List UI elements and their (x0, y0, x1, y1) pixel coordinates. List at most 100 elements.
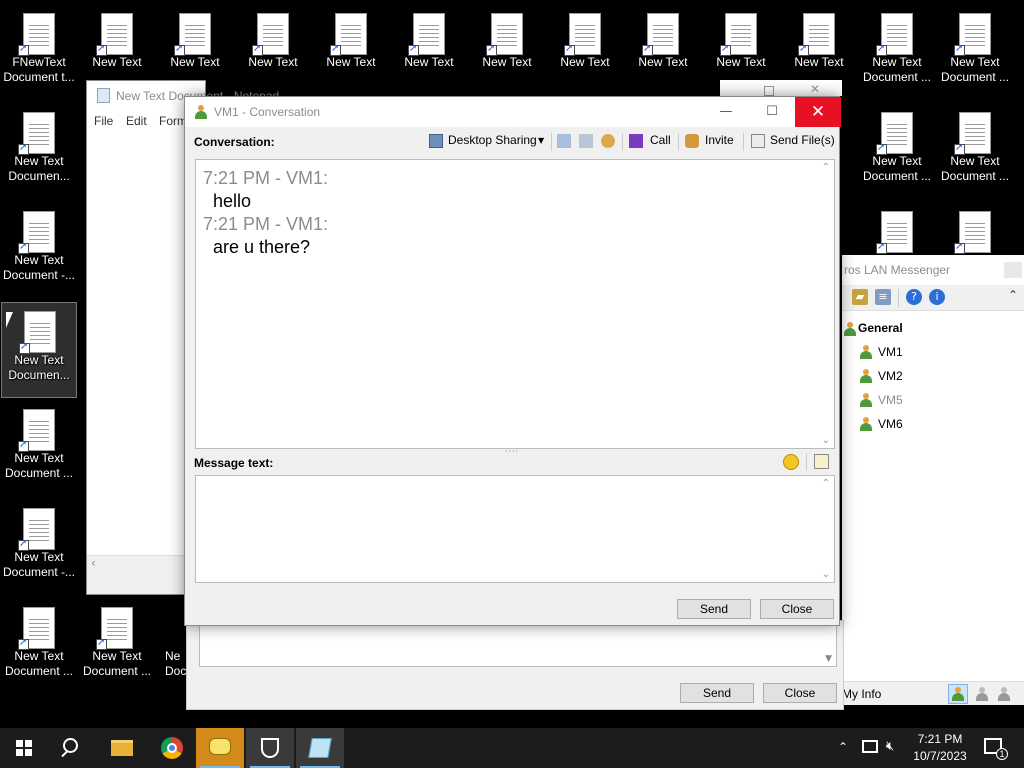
send-button-background[interactable]: Send (680, 683, 754, 703)
desktop-icon-label: New Text Documen... (8, 353, 70, 382)
conversation-window-background[interactable]: ▼ Send Close (186, 620, 844, 710)
status-away-icon[interactable] (998, 687, 1010, 701)
scroll-up-icon[interactable]: ⌃ (822, 478, 830, 489)
desktop-icon[interactable]: New Text Documen... (1, 104, 77, 200)
message-input[interactable]: ⌃ ⌄ (195, 475, 835, 583)
save-history-icon[interactable] (557, 134, 571, 148)
toolbar-separator (743, 133, 744, 151)
network-icon[interactable] (862, 740, 878, 753)
pane-splitter-handle[interactable]: ···· (505, 448, 521, 456)
conversation-title: VM1 - Conversation (214, 105, 321, 119)
desktop-icon-label: New Text (560, 55, 610, 69)
maximize-icon[interactable] (764, 86, 774, 96)
file-explorer-button[interactable] (98, 728, 146, 768)
settings-gear-icon[interactable] (601, 134, 615, 148)
scroll-down-icon[interactable]: ▼ (825, 654, 832, 664)
chevron-down-icon[interactable]: ▼ (538, 136, 544, 145)
search-button[interactable] (48, 728, 96, 768)
chrome-button[interactable] (148, 728, 196, 768)
show-hidden-icons-chevron-icon[interactable]: ⌃ (838, 740, 848, 768)
close-button-background[interactable]: Close (763, 683, 837, 703)
windows-logo-icon (16, 740, 32, 756)
user-item-vm5[interactable]: VM5 (878, 393, 903, 407)
desktop-icon[interactable] (937, 203, 1013, 255)
desktop-icon-label: New Text (794, 55, 844, 69)
message-input-background[interactable]: ▼ (199, 621, 837, 667)
clock-date[interactable]: 10/7/2023 (910, 749, 970, 768)
desktop-icon[interactable]: New Text Document ... (859, 5, 935, 101)
maximize-button[interactable]: ☐ (749, 97, 795, 127)
desktop-icon[interactable] (859, 203, 935, 255)
conversation-window[interactable]: VM1 - Conversation — ☐ ✕ Conversation: D… (184, 96, 841, 626)
send-file-icon (751, 134, 765, 148)
desktop-icon[interactable]: New Text Document ... (859, 104, 935, 200)
conversation-history[interactable]: 7:21 PM - VM1: hello 7:21 PM - VM1: are … (195, 159, 835, 449)
desktop-icon[interactable]: New Text Document ... (937, 104, 1013, 200)
folder-icon[interactable]: ▰ (852, 289, 868, 305)
desktop-icon[interactable]: Ne Docu (157, 599, 193, 695)
user-online-icon (860, 369, 872, 383)
group-icon (844, 322, 856, 336)
desktop-icon[interactable]: New Text Document -... (1, 500, 77, 596)
minimize-button[interactable]: — (703, 97, 749, 127)
message-text-label: Message text: (194, 456, 274, 470)
user-item-vm6[interactable]: VM6 (878, 417, 903, 431)
desktop-icon[interactable]: New Text Document -... (1, 203, 77, 299)
desktop-icon[interactable]: New Text (625, 5, 701, 101)
user-item-vm1[interactable]: VM1 (878, 345, 903, 359)
history-icon[interactable]: ≡ (875, 289, 891, 305)
status-busy-icon[interactable] (976, 687, 988, 701)
call-button[interactable]: Call (650, 133, 671, 147)
group-label[interactable]: General (858, 321, 903, 335)
desktop-icon-label: New Text Document ... (4, 451, 74, 480)
messenger-window[interactable]: ros LAN Messenger ▰ ≡ ? i ⌃ General VM1 … (818, 255, 1024, 705)
close-window-button[interactable]: ✕ (795, 97, 841, 127)
menu-file[interactable]: File (94, 114, 113, 128)
messenger-titlebar[interactable]: ros LAN Messenger (842, 255, 1024, 285)
scroll-left-icon[interactable]: ‹ (91, 556, 96, 570)
scroll-down-icon[interactable]: ⌄ (822, 569, 830, 580)
collapse-chevron-icon[interactable]: ⌃ (1008, 288, 1018, 302)
scroll-up-icon[interactable]: ⌃ (822, 162, 830, 173)
invite-button[interactable]: Invite (705, 133, 734, 147)
desktop-icon[interactable]: New Text (313, 5, 389, 101)
desktop-sharing-button[interactable]: Desktop Sharing (448, 133, 537, 147)
close-icon[interactable]: ✕ (810, 82, 820, 96)
print-icon[interactable] (579, 134, 593, 148)
user-item-vm2[interactable]: VM2 (878, 369, 903, 383)
send-button[interactable]: Send (677, 599, 751, 619)
desktop-icon[interactable]: New Text (391, 5, 467, 101)
desktop-icon-label: New Text (638, 55, 688, 69)
menu-format[interactable]: Form (159, 114, 187, 128)
desktop-icon-label: New Text Document -... (2, 253, 76, 282)
start-button[interactable] (0, 728, 48, 768)
menu-edit[interactable]: Edit (126, 114, 147, 128)
lan-messenger-taskbar-button[interactable] (196, 728, 244, 768)
info-icon[interactable]: i (929, 289, 945, 305)
emoticon-icon[interactable] (783, 454, 799, 470)
desktop-icon[interactable]: FNewText Document t... (1, 5, 77, 101)
desktop-icon[interactable]: New Text (547, 5, 623, 101)
desktop-icon[interactable]: New Text Document ... (1, 401, 77, 497)
status-available-button[interactable] (948, 684, 968, 704)
help-icon[interactable]: ? (906, 289, 922, 305)
desktop-icon[interactable]: New Text (235, 5, 311, 101)
notepad-taskbar-button[interactable] (296, 728, 344, 768)
security-taskbar-button[interactable] (246, 728, 294, 768)
desktop-icon[interactable]: New Text (469, 5, 545, 101)
messenger-close-button[interactable] (1004, 262, 1022, 278)
message-text: are u there? (213, 237, 311, 257)
messenger-title: ros LAN Messenger (844, 263, 951, 277)
scroll-down-icon[interactable]: ⌄ (822, 435, 830, 446)
shield-icon (261, 738, 279, 758)
font-settings-icon[interactable] (814, 454, 829, 469)
shortcut-arrow-icon (876, 241, 887, 254)
desktop-icon[interactable]: New Text Document ... (1, 599, 77, 695)
close-button[interactable]: Close (760, 599, 834, 619)
send-files-button[interactable]: Send File(s) (770, 133, 835, 147)
desktop-icon[interactable]: New Text Document ... (937, 5, 1013, 101)
desktop-icon[interactable]: New Text Document ... (79, 599, 155, 695)
conversation-titlebar[interactable]: VM1 - Conversation — ☐ ✕ (185, 97, 841, 127)
my-info-label[interactable]: My Info (842, 687, 881, 701)
volume-muted-icon[interactable]: 🔇︎ (886, 739, 894, 768)
